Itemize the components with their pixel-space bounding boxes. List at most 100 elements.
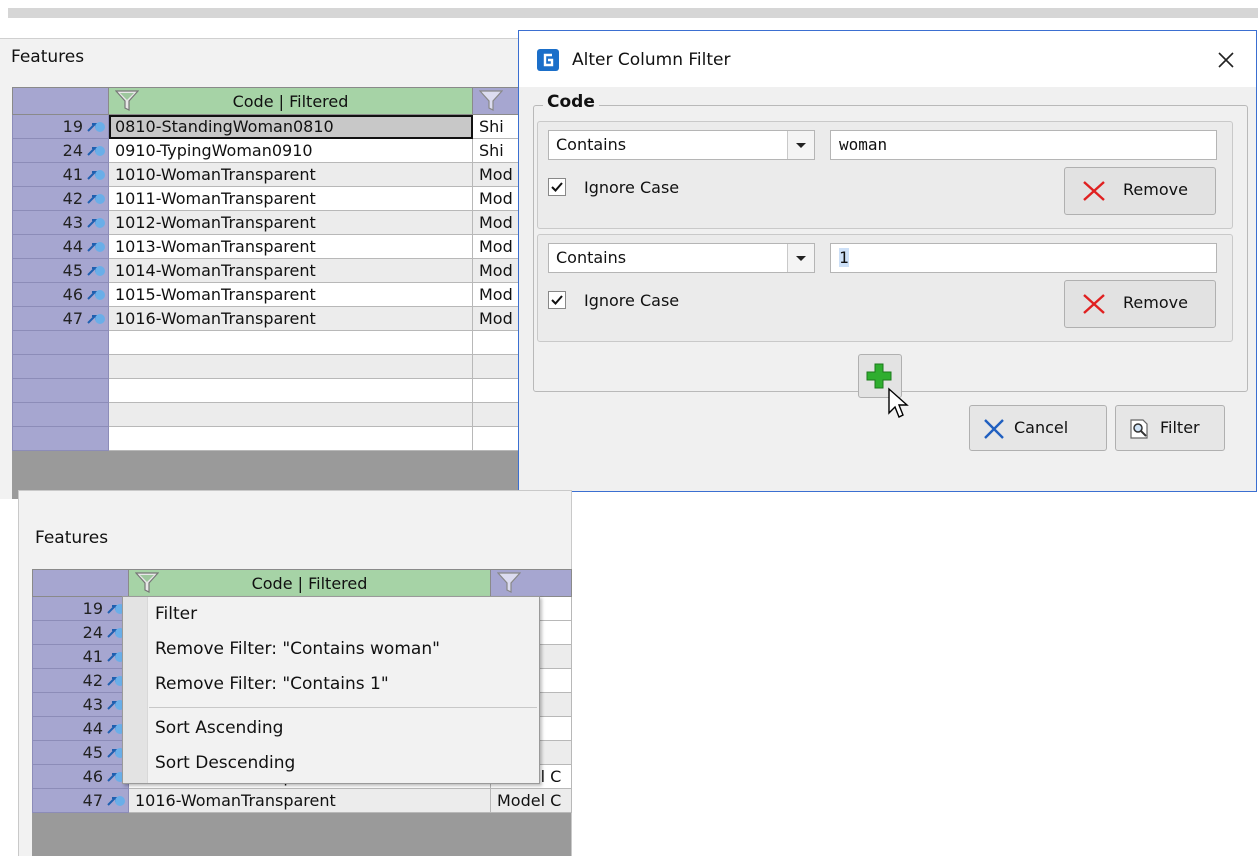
table-row[interactable]: 42 1011-WomanTransparent Mod bbox=[12, 186, 526, 211]
filter-label: Filter bbox=[1160, 418, 1200, 437]
close-icon[interactable] bbox=[1211, 45, 1241, 75]
empty-row bbox=[12, 426, 526, 451]
criterion-value: 1 bbox=[839, 248, 849, 267]
funnel-icon[interactable] bbox=[115, 90, 139, 112]
table-row[interactable]: 45 1014-WomanTransparent Mod bbox=[12, 258, 526, 283]
row-number: 42 bbox=[82, 670, 103, 690]
grid-header-row: Code | Filtered bbox=[32, 569, 572, 597]
panel-title: Features bbox=[35, 528, 109, 548]
table-row[interactable]: 24 0910-TypingWoman0910 Shi bbox=[12, 138, 526, 163]
menu-item-sort-ascending[interactable]: Sort Ascending bbox=[155, 718, 283, 738]
row-number: 43 bbox=[82, 694, 103, 714]
code-cell[interactable]: 1013-WomanTransparent bbox=[108, 234, 473, 259]
code-column-header[interactable]: Code | Filtered bbox=[128, 569, 491, 597]
row-number: 47 bbox=[62, 308, 83, 328]
top-strip bbox=[8, 8, 1258, 18]
mouse-cursor-icon bbox=[888, 387, 909, 418]
grid-corner[interactable] bbox=[32, 569, 129, 597]
app-icon bbox=[537, 49, 559, 71]
checkmark-icon bbox=[551, 182, 563, 192]
remove-criterion-button[interactable]: Remove bbox=[1064, 167, 1216, 215]
group-label: Code bbox=[543, 92, 599, 112]
menu-item-remove-filter-1[interactable]: Remove Filter: "Contains 1" bbox=[155, 674, 389, 694]
row-link-icon[interactable] bbox=[86, 215, 106, 231]
row-link-icon[interactable] bbox=[86, 191, 106, 207]
code-cell[interactable]: 1010-WomanTransparent bbox=[108, 162, 473, 187]
code-column-header[interactable]: Code | Filtered bbox=[108, 87, 473, 115]
row-link-icon[interactable] bbox=[86, 287, 106, 303]
grid-corner[interactable] bbox=[12, 87, 109, 115]
operator-select[interactable]: Contains bbox=[548, 130, 815, 160]
criterion-row: Contains woman Ignore Case Remove bbox=[537, 121, 1233, 229]
row-link-icon[interactable] bbox=[106, 793, 126, 809]
code-cell[interactable]: 1016-WomanTransparent bbox=[128, 788, 491, 813]
chevron-down-icon[interactable] bbox=[787, 244, 814, 272]
row-number: 41 bbox=[82, 646, 103, 666]
remove-x-icon bbox=[1083, 181, 1105, 201]
column-context-menu: Filter Remove Filter: "Contains woman" R… bbox=[122, 596, 540, 784]
row-number: 42 bbox=[62, 188, 83, 208]
row-link-icon[interactable] bbox=[86, 239, 106, 255]
table-row[interactable]: 41 1010-WomanTransparent Mod bbox=[12, 162, 526, 187]
row-number: 46 bbox=[82, 766, 103, 786]
row-link-icon[interactable] bbox=[86, 143, 106, 159]
criterion-row: Contains 1 Ignore Case Remove bbox=[537, 234, 1233, 342]
grid-header-row: Code | Filtered bbox=[12, 87, 526, 115]
cancel-label: Cancel bbox=[1014, 418, 1069, 437]
remove-button-label: Remove bbox=[1123, 180, 1188, 199]
features-panel-top: Features Code | Filtered 19 0810-Standing… bbox=[0, 38, 526, 499]
dialog-titlebar[interactable]: Alter Column Filter bbox=[519, 31, 1256, 87]
table-row[interactable]: 47 1016-WomanTransparent Model C bbox=[32, 788, 572, 813]
row-link-icon[interactable] bbox=[86, 263, 106, 279]
code-cell[interactable]: 0910-TypingWoman0910 bbox=[108, 138, 473, 163]
table-row[interactable]: 44 1013-WomanTransparent Mod bbox=[12, 234, 526, 259]
cancel-button[interactable]: Cancel bbox=[969, 405, 1107, 451]
criterion-value-input[interactable]: 1 bbox=[830, 243, 1217, 273]
menu-item-sort-descending[interactable]: Sort Descending bbox=[155, 753, 295, 773]
row-number: 44 bbox=[62, 236, 83, 256]
table-row[interactable]: 47 1016-WomanTransparent Mod bbox=[12, 306, 526, 331]
code-cell[interactable]: 0810-StandingWoman0810 bbox=[108, 114, 473, 139]
funnel-icon[interactable] bbox=[479, 90, 503, 112]
row-link-icon[interactable] bbox=[86, 311, 106, 327]
operator-value: Contains bbox=[556, 135, 627, 154]
row-number: 24 bbox=[62, 140, 83, 160]
features-grid: Code | Filtered 19 0810-StandingWoman0810… bbox=[12, 87, 526, 499]
row-link-icon[interactable] bbox=[86, 119, 106, 135]
row-link-icon[interactable] bbox=[86, 167, 106, 183]
row-number: 47 bbox=[82, 790, 103, 810]
filter-button[interactable]: Filter bbox=[1115, 405, 1225, 451]
menu-item-remove-filter-woman[interactable]: Remove Filter: "Contains woman" bbox=[155, 639, 440, 659]
code-cell[interactable]: 1014-WomanTransparent bbox=[108, 258, 473, 283]
filter-icon bbox=[1130, 419, 1148, 439]
operator-value: Contains bbox=[556, 248, 627, 267]
remove-criterion-button[interactable]: Remove bbox=[1064, 280, 1216, 328]
code-column-label: Code | Filtered bbox=[232, 91, 349, 111]
ignore-case-checkbox[interactable] bbox=[548, 178, 566, 196]
funnel-icon[interactable] bbox=[497, 572, 521, 594]
checkmark-icon bbox=[551, 295, 563, 305]
chevron-down-icon[interactable] bbox=[787, 131, 814, 159]
row-number: 46 bbox=[62, 284, 83, 304]
ignore-case-checkbox[interactable] bbox=[548, 291, 566, 309]
empty-row bbox=[12, 378, 526, 403]
dialog-title: Alter Column Filter bbox=[572, 50, 731, 70]
code-cell[interactable]: 1016-WomanTransparent bbox=[108, 306, 473, 331]
table-row[interactable]: 19 0810-StandingWoman0810 Shi bbox=[12, 114, 526, 139]
operator-select[interactable]: Contains bbox=[548, 243, 815, 273]
criterion-value-input[interactable]: woman bbox=[830, 130, 1217, 160]
criterion-value: woman bbox=[839, 135, 888, 154]
code-cell[interactable]: 1011-WomanTransparent bbox=[108, 186, 473, 211]
ignore-case-label: Ignore Case bbox=[584, 178, 680, 197]
code-cell[interactable]: 1012-WomanTransparent bbox=[108, 210, 473, 235]
empty-row bbox=[12, 354, 526, 379]
next-column-header[interactable] bbox=[490, 569, 572, 597]
panel-title: Features bbox=[11, 47, 85, 67]
funnel-icon[interactable] bbox=[135, 572, 159, 594]
menu-item-filter[interactable]: Filter bbox=[155, 604, 197, 624]
table-row[interactable]: 43 1012-WomanTransparent Mod bbox=[12, 210, 526, 235]
code-cell[interactable]: 1015-WomanTransparent bbox=[108, 282, 473, 307]
menu-separator bbox=[149, 707, 537, 708]
table-row[interactable]: 46 1015-WomanTransparent Mod bbox=[12, 282, 526, 307]
next-cell[interactable]: Model C bbox=[490, 788, 572, 813]
